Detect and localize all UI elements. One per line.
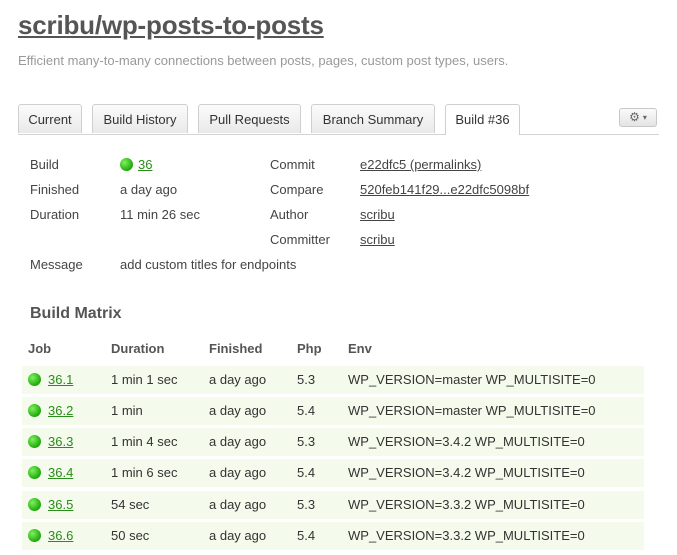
job-env: WP_VERSION=3.4.2 WP_MULTISITE=0	[348, 465, 585, 480]
job-duration: 50 sec	[111, 528, 150, 543]
message-label: Message	[30, 257, 83, 272]
repo-title[interactable]: scribu/wp-posts-to-posts	[18, 10, 324, 41]
tab-pull-requests[interactable]: Pull Requests	[198, 104, 301, 133]
job-finished: a day ago	[209, 528, 267, 543]
job-php: 5.4	[297, 528, 316, 543]
job-finished: a day ago	[209, 434, 267, 449]
duration-value: 11 min 26 sec	[120, 207, 200, 222]
job-php: 5.3	[297, 497, 316, 512]
tab-current[interactable]: Current	[18, 104, 82, 133]
compare-link[interactable]: 520feb141f29...e22dfc5098bf	[360, 182, 529, 197]
tab-build-history[interactable]: Build History	[92, 104, 188, 133]
chevron-down-icon: ▾	[642, 113, 647, 122]
tab-bar: Current Build History Pull Requests Bran…	[18, 104, 659, 135]
column-header-duration: Duration	[111, 341, 165, 356]
tools-dropdown-button[interactable]: ⚙ ▾	[619, 108, 657, 127]
compare-label: Compare	[270, 182, 324, 197]
status-passed-icon	[28, 529, 41, 542]
job-env: WP_VERSION=master WP_MULTISITE=0	[348, 372, 596, 387]
status-passed-icon	[120, 158, 133, 171]
status-passed-icon	[28, 404, 41, 417]
job-link[interactable]: 36.6	[48, 528, 73, 543]
tab-build-36[interactable]: Build #36	[445, 104, 520, 135]
table-row[interactable]: 36.3 1 min 4 sec a day ago 5.3 WP_VERSIO…	[22, 428, 644, 457]
job-php: 5.4	[297, 403, 316, 418]
repo-description: Efficient many-to-many connections betwe…	[18, 53, 509, 68]
job-link[interactable]: 36.5	[48, 497, 73, 512]
job-php: 5.3	[297, 434, 316, 449]
column-header-job: Job	[28, 341, 52, 356]
job-link[interactable]: 36.1	[48, 372, 73, 387]
job-link[interactable]: 36.4	[48, 465, 73, 480]
commit-label: Commit	[270, 157, 315, 172]
build-matrix-title: Build Matrix	[30, 305, 122, 322]
author-link[interactable]: scribu	[360, 207, 395, 222]
committer-link[interactable]: scribu	[360, 232, 395, 247]
finished-value: a day ago	[120, 182, 178, 197]
status-passed-icon	[28, 373, 41, 386]
job-duration: 1 min 1 sec	[111, 372, 178, 387]
job-env: WP_VERSION=3.4.2 WP_MULTISITE=0	[348, 434, 585, 449]
job-finished: a day ago	[209, 372, 267, 387]
job-duration: 1 min 4 sec	[111, 434, 178, 449]
job-env: WP_VERSION=3.3.2 WP_MULTISITE=0	[348, 528, 585, 543]
job-duration: 1 min 6 sec	[111, 465, 178, 480]
job-link[interactable]: 36.2	[48, 403, 73, 418]
table-row[interactable]: 36.4 1 min 6 sec a day ago 5.4 WP_VERSIO…	[22, 459, 644, 488]
status-passed-icon	[28, 498, 41, 511]
column-header-env: Env	[348, 341, 372, 356]
build-number-link[interactable]: 36	[138, 157, 152, 172]
job-php: 5.4	[297, 465, 316, 480]
job-duration: 1 min	[111, 403, 143, 418]
status-passed-icon	[28, 466, 41, 479]
finished-label: Finished	[30, 182, 80, 197]
job-finished: a day ago	[209, 465, 267, 480]
job-env: WP_VERSION=master WP_MULTISITE=0	[348, 403, 596, 418]
column-header-php: Php	[297, 341, 322, 356]
duration-label: Duration	[30, 207, 80, 222]
job-finished: a day ago	[209, 497, 267, 512]
job-duration: 54 sec	[111, 497, 150, 512]
table-row[interactable]: 36.2 1 min a day ago 5.4 WP_VERSION=mast…	[22, 397, 644, 426]
commit-link[interactable]: e22dfc5 (permalinks)	[360, 157, 481, 172]
table-row[interactable]: 36.1 1 min 1 sec a day ago 5.3 WP_VERSIO…	[22, 366, 644, 395]
status-passed-icon	[28, 435, 41, 448]
table-row[interactable]: 36.5 54 sec a day ago 5.3 WP_VERSION=3.3…	[22, 491, 644, 520]
gear-icon: ⚙	[629, 110, 640, 124]
job-finished: a day ago	[209, 403, 267, 418]
tab-branch-summary[interactable]: Branch Summary	[311, 104, 435, 133]
build-label: Build	[30, 157, 59, 172]
job-link[interactable]: 36.3	[48, 434, 73, 449]
job-env: WP_VERSION=3.3.2 WP_MULTISITE=0	[348, 497, 585, 512]
build-value: 36	[120, 157, 152, 172]
column-header-finished: Finished	[209, 341, 263, 356]
job-php: 5.3	[297, 372, 316, 387]
author-label: Author	[270, 207, 309, 222]
table-row[interactable]: 36.6 50 sec a day ago 5.4 WP_VERSION=3.3…	[22, 522, 644, 551]
message-value: add custom titles for endpoints	[120, 257, 297, 272]
committer-label: Committer	[270, 232, 330, 247]
